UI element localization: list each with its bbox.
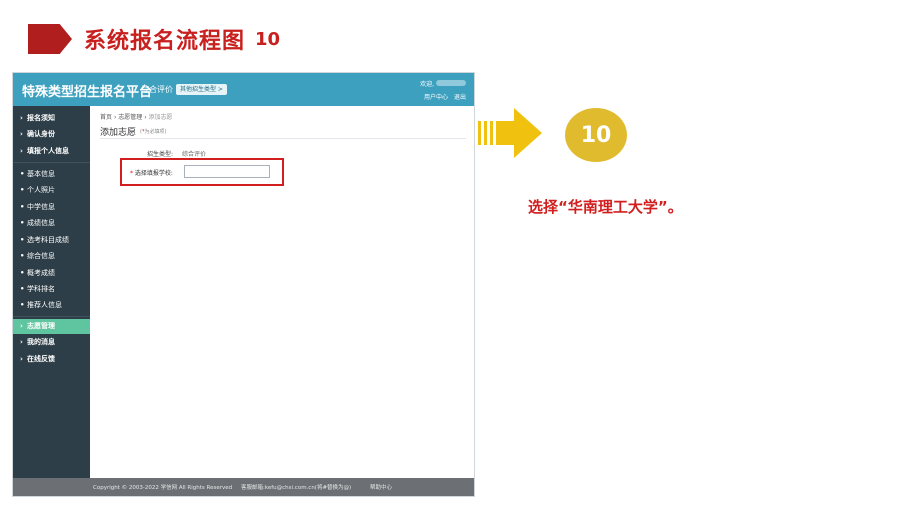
title-arrow-icon bbox=[28, 24, 72, 54]
footer-copyright: Copyright © 2003-2022 学信网 All Rights Res… bbox=[93, 485, 233, 491]
user-links: 用户中心 退出 bbox=[420, 92, 466, 101]
sidebar-subitem-comprehensive[interactable]: • 综合信息 bbox=[13, 249, 90, 264]
chevron-right-icon: › bbox=[20, 114, 23, 122]
sidebar: › 报名须知 › 确认身份 › 填报个人信息 • 基本信息 • 个人照片 • 中学信息 • 成… bbox=[13, 106, 90, 478]
footer: Copyright © 2003-2022 学信网 All Rights Res… bbox=[13, 478, 474, 496]
sidebar-subitem-school[interactable]: • 中学信息 bbox=[13, 200, 90, 215]
breadcrumb: 首页 › 志愿管理 › 添加志愿 bbox=[100, 112, 173, 121]
user-center-link[interactable]: 用户中心 bbox=[424, 94, 448, 101]
bullet-icon: • bbox=[20, 269, 25, 277]
page-heading: 添加志愿 bbox=[100, 128, 137, 138]
breadcrumb-current: 添加志愿 bbox=[148, 114, 173, 121]
sidebar-item-messages[interactable]: › 我的消息 bbox=[13, 335, 90, 350]
eval-link[interactable]: 综合评价 bbox=[141, 84, 173, 95]
sidebar-item-confirm-identity[interactable]: › 确认身份 bbox=[13, 127, 90, 142]
bullet-icon: • bbox=[20, 186, 25, 194]
footer-help-link[interactable]: 帮助中心 bbox=[370, 478, 392, 496]
sidebar-item-notice[interactable]: › 报名须知 bbox=[13, 111, 90, 126]
chevron-right-icon: › bbox=[20, 147, 23, 155]
bullet-icon: • bbox=[20, 219, 25, 227]
sidebar-subitem-scores[interactable]: • 成绩信息 bbox=[13, 216, 90, 231]
bullet-icon: • bbox=[20, 285, 25, 293]
welcome-text: 欢迎, bbox=[420, 81, 434, 88]
breadcrumb-home[interactable]: 首页 bbox=[100, 114, 112, 121]
heading-divider bbox=[100, 138, 466, 139]
school-select-input[interactable] bbox=[184, 165, 270, 178]
sidebar-item-personal-info[interactable]: › 填报个人信息 bbox=[13, 144, 90, 159]
chevron-right-icon: › bbox=[20, 322, 23, 330]
title-text: 系统报名流程图 bbox=[84, 29, 246, 54]
sidebar-item-applications[interactable]: › 志愿管理 bbox=[13, 319, 90, 334]
sidebar-subitem-ranking[interactable]: • 学科排名 bbox=[13, 282, 90, 297]
sidebar-subitem-basic[interactable]: • 基本信息 bbox=[13, 167, 90, 182]
bullet-icon: • bbox=[20, 301, 25, 309]
bullet-icon: • bbox=[20, 236, 25, 244]
platform-name: 特殊类型招生报名平台 bbox=[22, 85, 153, 100]
switch-type-button[interactable]: 其他招生类型 > bbox=[176, 84, 227, 95]
sidebar-subitem-referee[interactable]: • 推荐人信息 bbox=[13, 298, 90, 313]
embedded-screenshot: 特殊类型招生报名平台 综合评价 其他招生类型 > 欢迎, 用户中心 退出 › 报名… bbox=[12, 72, 475, 497]
school-select-label: * 选择填报学校: bbox=[130, 170, 173, 177]
sidebar-subitem-photo[interactable]: • 个人照片 bbox=[13, 183, 90, 198]
sidebar-item-feedback[interactable]: › 在线反馈 bbox=[13, 352, 90, 367]
chevron-right-icon: › bbox=[20, 130, 23, 138]
breadcrumb-applications[interactable]: 志愿管理 bbox=[118, 114, 142, 121]
slide-title: 系统报名流程图 10 bbox=[28, 22, 280, 56]
instruction-text: 选择“华南理工大学”。 bbox=[528, 198, 683, 216]
bullet-icon: • bbox=[20, 252, 25, 260]
top-bar: 特殊类型招生报名平台 综合评价 其他招生类型 > 欢迎, 用户中心 退出 bbox=[13, 73, 474, 106]
main-content: 首页 › 志愿管理 › 添加志愿 添加志愿 (*为必填项) 招生类型: 综合评价… bbox=[90, 106, 474, 478]
footer-email: 客服邮箱:kefu@chsi.com.cn(将#替换为@) bbox=[241, 485, 352, 491]
sidebar-divider bbox=[13, 316, 90, 317]
enrollment-type-value: 综合评价 bbox=[182, 151, 207, 158]
chevron-right-icon: › bbox=[20, 355, 23, 363]
enrollment-type-label: 招生类型: bbox=[147, 151, 174, 158]
logout-link[interactable]: 退出 bbox=[454, 94, 466, 101]
bullet-icon: • bbox=[20, 170, 25, 178]
step-number-circle: 10 bbox=[565, 108, 627, 162]
sidebar-divider bbox=[13, 162, 90, 163]
bullet-icon: • bbox=[20, 203, 25, 211]
chevron-right-icon: › bbox=[20, 338, 23, 346]
required-note: (*为必填项) bbox=[140, 129, 167, 135]
sidebar-subitem-elective-scores[interactable]: • 选考科目成绩 bbox=[13, 233, 90, 248]
title-step-number: 10 bbox=[255, 28, 281, 50]
yellow-arrow-icon bbox=[478, 108, 542, 158]
sidebar-subitem-exam-scores[interactable]: • 概考成绩 bbox=[13, 266, 90, 281]
highlight-box: * 选择填报学校: bbox=[120, 158, 284, 186]
username-blurred bbox=[436, 80, 466, 86]
